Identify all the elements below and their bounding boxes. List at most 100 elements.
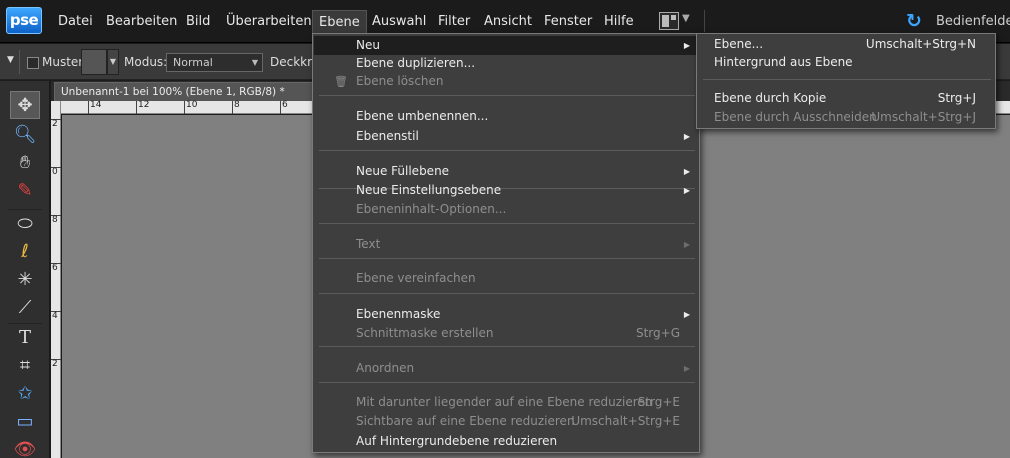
hand-tool-icon[interactable]: ✋︎: [10, 149, 40, 177]
menu-separator: [319, 382, 695, 383]
ruler-tick-label: 14: [88, 101, 101, 114]
menu-item-neu[interactable]: Neu ▶: [314, 36, 698, 55]
menu-item-label: Ebene duplizieren...: [356, 56, 476, 70]
ruler-tick-label: 10: [184, 101, 197, 114]
submenu-arrow-icon: ▶: [683, 186, 690, 195]
menu-ebene[interactable]: Ebene: [312, 10, 367, 34]
straighten-tool-icon[interactable]: ▭: [10, 408, 40, 436]
menu-item-ebene-löschen: Ebene löschen 🗑︎: [314, 72, 698, 91]
document-tab[interactable]: Unbenannt-1 bei 100% (Ebene 1, RGB/8) * …: [54, 82, 326, 101]
menu-bild[interactable]: Bild: [180, 0, 216, 43]
menubar-divider: [704, 10, 705, 32]
menu-item-ebenenmaske[interactable]: Ebenenmaske ▶: [314, 305, 698, 324]
ruler-tick-label: 12: [136, 101, 149, 114]
chevron-down-icon[interactable]: ▼: [682, 13, 690, 24]
ruler-tick-label: 2: [51, 359, 61, 369]
submenu-item-label: Hintergrund aus Ebene: [714, 55, 853, 69]
type-tool-icon[interactable]: T: [10, 324, 40, 352]
menu-item-label: Schnittmaske erstellen: [356, 326, 494, 340]
move-tool-icon[interactable]: ✥: [10, 91, 40, 119]
ruler-tick-label: 8: [51, 215, 61, 225]
submenu-item-ebene-durch-kopie[interactable]: Ebene durch Kopie Strg+J: [698, 89, 994, 108]
submenu-item-ebene[interactable]: Ebene... Umschalt+Strg+N: [698, 35, 994, 54]
menu-item-mit-darunter-liegender-auf-eine-ebene-reduzieren: Mit darunter liegender auf eine Ebene re…: [314, 393, 698, 412]
menu-datei[interactable]: Datei: [52, 0, 99, 43]
ruler-tick-label: 8: [232, 101, 240, 114]
pattern-label: Muster: [42, 55, 84, 69]
submenu-item-label: Ebene...: [714, 37, 764, 51]
menu-bearbeiten[interactable]: Bearbeiten: [100, 0, 183, 43]
submenu-item-shortcut: Umschalt+Strg+N: [865, 37, 976, 51]
ruler-tick-label: 2: [51, 119, 61, 129]
submenu-arrow-icon: ▶: [683, 41, 690, 50]
menu-item-neue-einstellungsebene[interactable]: Neue Einstellungsebene ▶: [314, 181, 698, 200]
menu-item-label: Ebenenmaske: [356, 307, 441, 321]
menu-item-shortcut: Umschalt+Strg+E: [571, 414, 680, 428]
cookie-cutter-tool-icon[interactable]: ✩: [10, 380, 40, 408]
red-eye-tool-icon[interactable]: 👁︎: [10, 436, 40, 458]
submenu-item-ebene-durch-ausschneiden: Ebene durch Ausschneiden Umschalt+Strg+J: [698, 108, 994, 127]
submenu-arrow-icon: ▶: [683, 310, 690, 319]
menu-item-anordnen: Anordnen ▶: [314, 359, 698, 378]
layer-menu-dropdown: Neu ▶ Ebene duplizieren... Ebene löschen 🗑︎ E…: [312, 33, 700, 453]
menu-item-ebene-umbenennen[interactable]: Ebene umbenennen...: [314, 107, 698, 126]
menu-separator: [703, 79, 991, 80]
submenu-arrow-icon: ▶: [683, 364, 690, 373]
menu-item-neue-füllebene[interactable]: Neue Füllebene ▶: [314, 162, 698, 181]
document-tab-title: Unbenannt-1 bei 100% (Ebene 1, RGB/8) *: [61, 86, 285, 98]
magic-wand-tool-icon[interactable]: ✳: [10, 266, 40, 294]
menu-item-label: Ebenenstil: [356, 129, 419, 143]
menu-item-label: Neue Einstellungsebene: [356, 183, 502, 197]
submenu-item-hintergrund-aus-ebene[interactable]: Hintergrund aus Ebene: [698, 53, 994, 72]
menu-separator: [319, 223, 695, 224]
pattern-checkbox[interactable]: [27, 57, 39, 69]
menu-item-text: Text ▶: [314, 235, 698, 254]
pattern-dropdown-icon[interactable]: ▼: [107, 49, 119, 75]
menu-item-label: Mit darunter liegender auf eine Ebene re…: [356, 395, 653, 409]
menu-item-shortcut: Strg+G: [635, 326, 680, 340]
menu-item-label: Auf Hintergrundebene reduzieren: [356, 434, 558, 448]
menu-item-label: Neue Füllebene: [356, 164, 450, 178]
menu-item-label: Anordnen: [356, 361, 415, 375]
new-layer-submenu: Ebene... Umschalt+Strg+N Hintergrund aus E…: [696, 33, 996, 129]
trash-icon: 🗑︎: [334, 75, 348, 88]
menu-item-label: Ebene vereinfachen: [356, 271, 476, 285]
zoom-tool-icon[interactable]: 🔍︎: [10, 121, 40, 149]
menu-separator: [319, 258, 695, 259]
mode-select[interactable]: Normal ▼: [166, 53, 263, 72]
submenu-arrow-icon: ▶: [683, 240, 690, 249]
menu-item-label: Sichtbare auf eine Ebene reduzieren: [356, 414, 575, 428]
submenu-item-shortcut: Umschalt+Strg+J: [871, 110, 976, 124]
pattern-swatch[interactable]: [81, 49, 107, 75]
submenu-arrow-icon: ▶: [683, 132, 690, 141]
toolbox: ✥ 🔍︎ ✋︎ ✎ ⬭ ℓ ✳ ⟋ T ⌗ ✩ ▭ 👁︎: [0, 81, 50, 458]
crop-tool-icon[interactable]: ⌗: [10, 352, 40, 380]
lasso-tool-icon[interactable]: ℓ: [10, 238, 40, 266]
marquee-tool-icon[interactable]: ⬭: [10, 210, 40, 238]
app-logo[interactable]: pse: [6, 7, 42, 34]
eyedropper-tool-icon[interactable]: ✎: [10, 177, 40, 205]
menu-item-label: Ebene umbenennen...: [356, 109, 489, 123]
tool-preset-chevron-icon[interactable]: ▼: [7, 55, 14, 65]
ruler-tick-label: 6: [280, 101, 288, 114]
menu-item-label: Ebeneninhalt-Optionen...: [356, 202, 507, 216]
menu-item-ebene-duplizieren[interactable]: Ebene duplizieren...: [314, 54, 698, 73]
ruler-vertical: 2 0 8 6 4 2: [51, 101, 61, 458]
menu-ueberarbeiten[interactable]: Überarbeiten: [220, 0, 318, 43]
menu-item-ebenenstil[interactable]: Ebenenstil ▶: [314, 127, 698, 146]
menu-item-sichtbare-auf-eine-ebene-reduzieren: Sichtbare auf eine Ebene reduzieren Umsch…: [314, 412, 698, 431]
workspace-layout-icon[interactable]: [659, 12, 679, 30]
menu-item-shortcut: Strg+E: [637, 395, 680, 409]
quick-selection-tool-icon[interactable]: ⟋: [10, 294, 40, 322]
menu-item-ebeneninhalt-optionen: Ebeneninhalt-Optionen...: [314, 200, 698, 219]
menu-separator: [319, 346, 695, 347]
submenu-arrow-icon: ▶: [683, 167, 690, 176]
menu-item-label: Ebene löschen: [356, 74, 444, 88]
menu-item-auf-hintergrundebene-reduzieren[interactable]: Auf Hintergrundebene reduzieren: [314, 432, 698, 451]
ruler-tick-label: 6: [51, 263, 61, 273]
refresh-icon[interactable]: ↻: [906, 10, 922, 32]
ruler-tick-label: 4: [51, 311, 61, 321]
options-divider: [19, 50, 20, 74]
submenu-item-shortcut: Strg+J: [937, 91, 976, 105]
menu-item-label: Text: [356, 237, 381, 251]
